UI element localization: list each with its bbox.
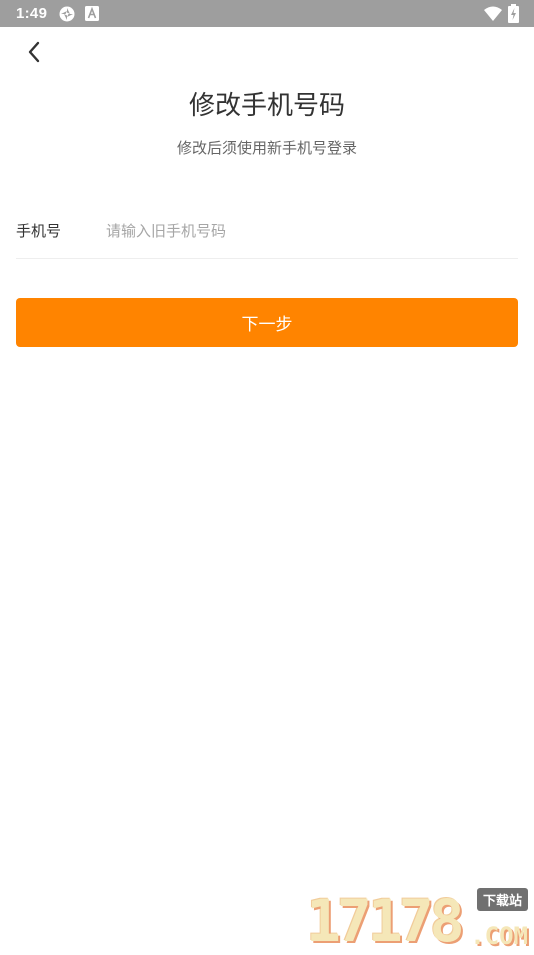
status-time: 1:49 — [16, 5, 48, 22]
wifi-icon — [484, 6, 502, 25]
page-title: 修改手机号码 — [188, 91, 345, 121]
keyboard-a-icon — [85, 6, 99, 25]
chevron-left-icon — [26, 41, 42, 67]
next-button[interactable]: 下一步 — [16, 298, 518, 347]
sync-icon — [58, 5, 76, 27]
watermark-domain: .COM — [470, 922, 528, 950]
battery-charging-icon — [508, 4, 519, 27]
phone-input[interactable] — [106, 217, 506, 245]
watermark-tag: 下载站 — [476, 888, 528, 911]
watermark-logo: 17178 下载站 .COM — [306, 888, 530, 950]
watermark-digits: 17178 — [306, 887, 465, 955]
page-subtitle: 修改后须使用新手机号登录 — [176, 139, 357, 157]
next-button-label: 下一步 — [241, 315, 293, 335]
status-bar: 1:49 — [0, 0, 534, 27]
back-button[interactable] — [16, 36, 52, 72]
phone-field-row: 手机号 — [16, 206, 518, 259]
phone-label: 手机号 — [16, 222, 62, 240]
